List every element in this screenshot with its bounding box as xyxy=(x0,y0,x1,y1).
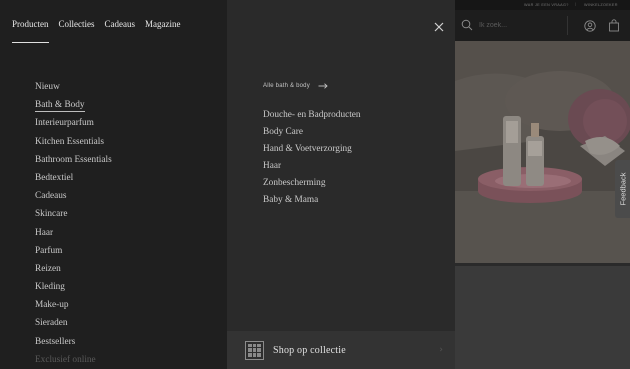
brand-logo-icon xyxy=(245,340,264,360)
subcategory-douche-badproducten[interactable]: Douche- en Badproducten xyxy=(263,109,361,126)
search-icon[interactable] xyxy=(461,19,473,31)
search-input[interactable] xyxy=(479,19,539,32)
utility-bar: WAR JE EEN VRAAG? | WINKELZOEKER xyxy=(455,0,630,10)
category-item-nieuw[interactable]: Nieuw xyxy=(35,81,112,99)
category-item-bedtextiel[interactable]: Bedtextiel xyxy=(35,172,112,190)
subcategory-body-care[interactable]: Body Care xyxy=(263,126,361,143)
category-item-bestsellers[interactable]: Bestsellers xyxy=(35,336,112,354)
chevron-right-icon: › xyxy=(439,345,443,355)
tab-cadeaus[interactable]: Cadeaus xyxy=(105,19,136,43)
subcategory-baby-mama[interactable]: Baby & Mama xyxy=(263,194,361,211)
user-icon[interactable] xyxy=(584,20,596,32)
subcategory-haar[interactable]: Haar xyxy=(263,160,361,177)
all-bath-body-link[interactable]: Alle bath & body xyxy=(263,83,328,89)
category-item-reizen[interactable]: Reizen xyxy=(35,263,112,281)
page-content-area xyxy=(455,266,630,369)
category-list: Nieuw Bath & Body Interieurparfum Kitche… xyxy=(35,81,112,369)
utility-separator: | xyxy=(575,2,577,6)
category-item-haar[interactable]: Haar xyxy=(35,227,112,245)
tab-collecties[interactable]: Collecties xyxy=(59,19,95,43)
subcategory-list: Douche- en Badproducten Body Care Hand &… xyxy=(263,109,361,211)
store-locator-link[interactable]: WINKELZOEKER xyxy=(584,3,618,7)
category-item-exclusief-online[interactable]: Exclusief online xyxy=(35,354,112,369)
category-item-interieurparfum[interactable]: Interieurparfum xyxy=(35,117,112,135)
feedback-label: Feedback xyxy=(618,172,627,206)
main-menu-panel: Producten Collecties Cadeaus Magazine Ni… xyxy=(0,0,227,369)
tab-producten[interactable]: Producten xyxy=(12,19,49,43)
category-item-bath-body[interactable]: Bath & Body xyxy=(35,99,112,117)
tab-magazine[interactable]: Magazine xyxy=(145,19,180,43)
submenu-panel: Alle bath & body Douche- en Badproducten… xyxy=(227,0,455,369)
shop-collection-label: Shop op collectie xyxy=(273,344,346,356)
page-background: WAR JE EEN VRAAG? | WINKELZOEKER Ik zoek… xyxy=(455,0,630,369)
hero-product-image xyxy=(455,41,630,263)
category-item-parfum[interactable]: Parfum xyxy=(35,245,112,263)
category-item-sieraden[interactable]: Sieraden xyxy=(35,317,112,335)
all-bath-body-label: Alle bath & body xyxy=(263,83,310,89)
category-item-cadeaus[interactable]: Cadeaus xyxy=(35,190,112,208)
menu-tabs: Producten Collecties Cadeaus Magazine xyxy=(12,19,180,43)
close-icon[interactable] xyxy=(432,20,446,34)
arrow-right-icon xyxy=(318,83,328,89)
header-divider xyxy=(567,16,568,35)
site-header xyxy=(455,10,630,41)
feedback-button[interactable]: Feedback xyxy=(615,160,630,218)
category-item-make-up[interactable]: Make-up xyxy=(35,299,112,317)
subcategory-hand-voetverzorging[interactable]: Hand & Voetverzorging xyxy=(263,143,361,160)
subcategory-zonbescherming[interactable]: Zonbescherming xyxy=(263,177,361,194)
shopping-bag-icon[interactable] xyxy=(608,19,620,32)
category-item-kleding[interactable]: Kleding xyxy=(35,281,112,299)
category-item-bathroom-essentials[interactable]: Bathroom Essentials xyxy=(35,154,112,172)
question-link[interactable]: WAR JE EEN VRAAG? xyxy=(524,3,569,7)
category-item-skincare[interactable]: Skincare xyxy=(35,208,112,226)
category-item-kitchen-essentials[interactable]: Kitchen Essentials xyxy=(35,136,112,154)
shop-collection-button[interactable]: Shop op collectie › xyxy=(227,331,455,369)
